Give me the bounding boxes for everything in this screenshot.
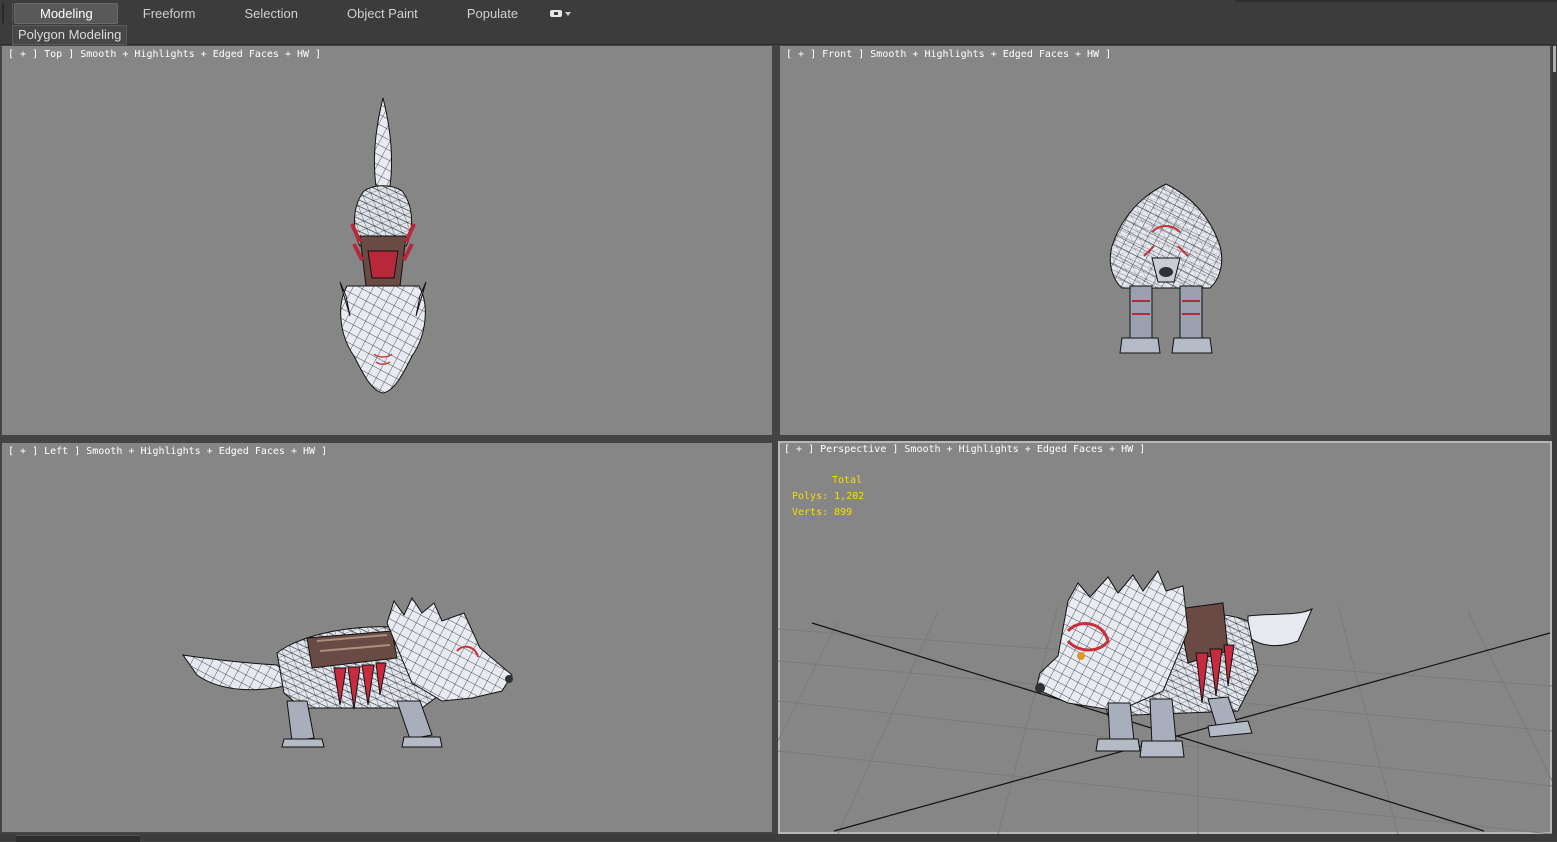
time-slider-bar <box>0 834 1557 841</box>
tab-modeling[interactable]: Modeling <box>14 3 118 24</box>
ribbon-grip[interactable] <box>2 3 13 23</box>
ribbon-bar: Modeling Freeform Selection Object Paint… <box>0 0 1557 26</box>
tab-object-paint[interactable]: Object Paint <box>322 4 442 23</box>
wolf-model-top-view <box>339 97 427 394</box>
viewport-scrollbar[interactable] <box>1552 44 1557 834</box>
viewport-front[interactable]: [ + ] Front ] Smooth + Highlights + Edge… <box>780 46 1550 435</box>
toggle-icon <box>550 10 563 17</box>
tab-freeform[interactable]: Freeform <box>118 4 220 23</box>
viewport-top[interactable]: [ + ] Top ] Smooth + Highlights + Edged … <box>2 46 772 435</box>
ribbon-tabs: Modeling Freeform Selection Object Paint… <box>14 3 572 24</box>
scrollbar-thumb[interactable] <box>1553 46 1556 72</box>
wolf-model-left-view <box>181 596 513 748</box>
viewport-label-left[interactable]: [ + ] Left ] Smooth + Highlights + Edged… <box>8 446 327 457</box>
wolf-model-perspective-view <box>778 569 1552 834</box>
ribbon-options-button[interactable] <box>550 10 572 17</box>
stats-verts: Verts: 899 <box>792 507 853 518</box>
ribbon-panel-bar: Polygon Modeling <box>0 25 1557 45</box>
stats-title: Total <box>832 475 863 486</box>
ribbon-divider <box>1235 0 1557 2</box>
viewport-left[interactable]: [ + ] Left ] Smooth + Highlights + Edged… <box>2 443 772 832</box>
polygon-modeling-panel-button[interactable]: Polygon Modeling <box>12 25 128 45</box>
tab-populate[interactable]: Populate <box>442 4 542 23</box>
viewport-label-perspective[interactable]: [ + ] Perspective ] Smooth + Highlights … <box>784 444 1145 455</box>
tab-selection[interactable]: Selection <box>220 4 322 23</box>
stats-polys: Polys: 1,202 <box>792 491 865 502</box>
viewport-label-front[interactable]: [ + ] Front ] Smooth + Highlights + Edge… <box>786 49 1111 60</box>
chevron-down-icon <box>565 11 572 16</box>
wolf-model-front-view <box>1109 183 1223 354</box>
statistics-overlay: Total Polys: 1,202 Verts: 899 <box>792 473 864 521</box>
viewport-label-top[interactable]: [ + ] Top ] Smooth + Highlights + Edged … <box>8 49 321 60</box>
viewport-perspective[interactable]: [ + ] Perspective ] Smooth + Highlights … <box>778 441 1552 834</box>
